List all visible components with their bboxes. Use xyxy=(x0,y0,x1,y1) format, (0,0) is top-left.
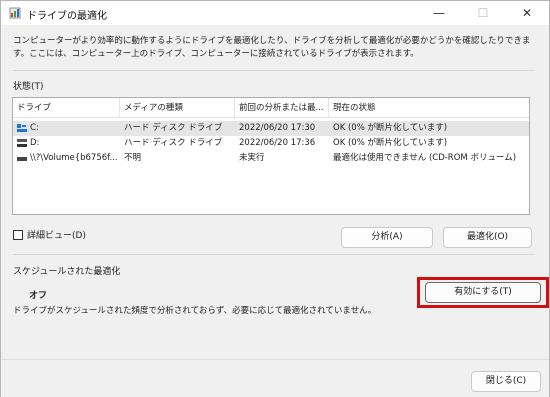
last-run: 未実行 xyxy=(239,153,265,163)
schedule-label: スケジュールされた最適化 xyxy=(13,267,121,277)
window-title: ドライブの最適化 xyxy=(27,11,107,22)
last-run: 2022/06/20 17:36 xyxy=(239,138,316,148)
title-bar[interactable]: ドライブの最適化 — ☐ ✕ xyxy=(1,1,549,25)
schedule-description: ドライブがスケジュールされた頻度で分析されておらず、必要に応じて最適化されていま… xyxy=(13,306,377,316)
media-type: 不明 xyxy=(124,153,142,163)
close-button[interactable]: 閉じる(C) xyxy=(471,371,541,392)
enable-button[interactable]: 有効にする(T) xyxy=(425,282,541,303)
media-type: ハード ディスク ドライブ xyxy=(124,138,223,148)
divider xyxy=(13,254,535,255)
system-drive-icon xyxy=(17,124,27,132)
optimize-drives-window: ドライブの最適化 — ☐ ✕ コンピューターがより効率的に動作するようにドライブ… xyxy=(0,0,550,397)
drive-list[interactable]: ドライブ メディアの種類 前回の分析または最... 現在の状態 C: ハード デ… xyxy=(12,97,530,215)
volume-icon xyxy=(17,157,27,161)
current-status: OK (0% が断片化しています) xyxy=(333,138,448,148)
maximize-button[interactable]: ☐ xyxy=(461,1,505,25)
column-header-media[interactable]: メディアの種類 xyxy=(120,98,235,118)
column-header-drive[interactable]: ドライブ xyxy=(13,98,120,118)
detail-view-checkbox[interactable] xyxy=(13,230,23,240)
media-type: ハード ディスク ドライブ xyxy=(124,123,223,133)
status-label: 状態(T) xyxy=(13,82,44,92)
column-header-status[interactable]: 現在の状態 xyxy=(329,98,529,118)
description-text: コンピューターがより効率的に動作するようにドライブを最適化したり、ドライブを分析… xyxy=(13,36,531,59)
drive-row[interactable]: C: ハード ディスク ドライブ 2022/06/20 17:30 OK (0%… xyxy=(13,121,529,136)
close-window-button[interactable]: ✕ xyxy=(505,1,549,25)
drive-name: \\?\Volume{b6756f... xyxy=(30,153,118,163)
schedule-state: オフ xyxy=(29,291,48,301)
last-run: 2022/06/20 17:30 xyxy=(239,123,316,133)
hard-drive-icon xyxy=(17,139,27,147)
drive-name: C: xyxy=(30,123,39,133)
analyze-button[interactable]: 分析(A) xyxy=(341,227,433,248)
footer xyxy=(1,359,549,397)
column-header-last-run[interactable]: 前回の分析または最... xyxy=(235,98,329,118)
divider xyxy=(13,70,535,71)
detail-view-label[interactable]: 詳細ビュー(D) xyxy=(27,228,86,241)
drive-row[interactable]: D: ハード ディスク ドライブ 2022/06/20 17:36 OK (0%… xyxy=(13,136,529,151)
drive-list-header: ドライブ メディアの種類 前回の分析または最... 現在の状態 xyxy=(13,98,529,118)
current-status: OK (0% が断片化しています) xyxy=(333,123,448,133)
current-status: 最適化は使用できません (CD-ROM ボリューム) xyxy=(333,153,517,163)
optimize-button[interactable]: 最適化(O) xyxy=(443,227,532,248)
drive-name: D: xyxy=(30,138,40,148)
defrag-app-icon xyxy=(9,7,21,19)
drive-row[interactable]: \\?\Volume{b6756f... 不明 未実行 最適化は使用できません … xyxy=(13,151,529,166)
minimize-button[interactable]: — xyxy=(417,1,461,25)
